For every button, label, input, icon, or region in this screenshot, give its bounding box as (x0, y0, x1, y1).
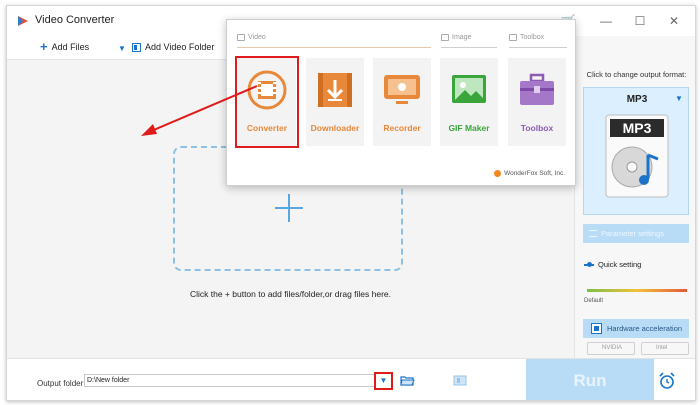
output-folder-input[interactable]: D:\New folder (84, 374, 377, 387)
nvidia-label: NVIDIA (602, 345, 623, 351)
alarm-clock-icon[interactable] (658, 372, 676, 390)
image-icon (452, 75, 486, 103)
maximize-button[interactable]: ☐ (629, 12, 651, 30)
close-button[interactable]: ✕ (663, 12, 685, 30)
add-files-label: Add Files (51, 42, 90, 52)
output-format-panel: Click to change output format: MP3 ▼ MP3… (574, 36, 695, 358)
minimize-button[interactable]: — (595, 12, 617, 30)
tool-downloader[interactable]: Downloader (306, 58, 364, 146)
brand-credit: WonderFox Soft, Inc. (494, 170, 565, 177)
tool-gif-maker[interactable]: GIF Maker (440, 58, 498, 146)
quality-slider[interactable] (587, 289, 687, 292)
chevron-down-icon: ▼ (379, 376, 388, 385)
output-format-selector[interactable]: MP3 ▼ MP3 (583, 87, 689, 215)
intel-label: Intel (656, 345, 668, 351)
converter-highlight-box (235, 56, 299, 148)
drop-hint-text: Click the + button to add files/folder,o… (189, 289, 392, 299)
intel-chip[interactable]: Intel (641, 342, 689, 355)
add-files-dropdown-icon[interactable]: ▼ (118, 44, 126, 53)
brand-text: WonderFox Soft, Inc. (504, 170, 565, 177)
merge-icon[interactable] (453, 375, 467, 386)
tool-recorder[interactable]: Recorder (373, 58, 431, 146)
add-video-folder-button[interactable]: Add Video Folder (132, 42, 214, 52)
output-folder-dropdown-button[interactable]: ▼ (374, 372, 393, 390)
slider-default-label: Default (584, 298, 604, 304)
plus-icon: + (40, 39, 48, 54)
add-video-folder-label: Add Video Folder (145, 42, 215, 52)
run-button[interactable]: Run (526, 359, 654, 400)
image-category-icon (441, 34, 449, 41)
mp3-art-text: MP3 (623, 120, 652, 136)
sliders-icon (589, 230, 597, 237)
app-window: Video Converter 🛒 — ☐ ✕ + Add Files ▼ Ad… (6, 5, 696, 401)
quick-setting-icon (584, 261, 594, 267)
app-logo-icon (18, 16, 28, 26)
output-format-title: Click to change output format: (586, 70, 687, 79)
category-toolbox: Toolbox (509, 34, 544, 41)
category-video: Video (237, 34, 266, 41)
toolbox-icon (520, 73, 554, 105)
output-folder-label: Output folder: (37, 379, 86, 388)
nvidia-chip[interactable]: NVIDIA (587, 342, 635, 355)
add-files-button[interactable]: + Add Files (40, 39, 90, 54)
tool-label: Downloader (310, 123, 360, 133)
tool-label: Toolbox (520, 123, 554, 133)
open-folder-icon[interactable] (400, 375, 415, 386)
hardware-acceleration-label: Hardware acceleration (607, 324, 683, 333)
hardware-acceleration-checkbox[interactable] (591, 323, 602, 334)
wonderfox-logo-icon (494, 170, 502, 177)
toolbox-category-icon (509, 34, 517, 41)
quick-setting-label: Quick setting (598, 260, 642, 269)
tool-label: GIF Maker (448, 123, 490, 133)
tool-toolbox[interactable]: Toolbox (508, 58, 566, 146)
bottom-bar: Output folder: D:\New folder ▼ Run (7, 358, 695, 400)
quick-setting: Quick setting (584, 260, 641, 269)
screen-record-icon (384, 75, 420, 104)
hardware-acceleration-toggle[interactable]: Hardware acceleration (583, 319, 689, 338)
tool-label: Recorder (383, 123, 421, 133)
format-dropdown-icon: ▼ (675, 94, 683, 103)
download-icon (318, 73, 352, 107)
tools-popup: Video Image Toolbox Converter Downloader… (226, 19, 576, 186)
app-title: Video Converter (35, 14, 115, 26)
parameter-settings-label: Parameter settings (601, 229, 664, 238)
parameter-settings-button[interactable]: Parameter settings (583, 224, 689, 243)
category-image: Image (441, 34, 471, 41)
folder-add-icon (132, 42, 141, 52)
video-category-icon (237, 34, 245, 41)
mp3-format-icon: MP3 (605, 114, 669, 198)
